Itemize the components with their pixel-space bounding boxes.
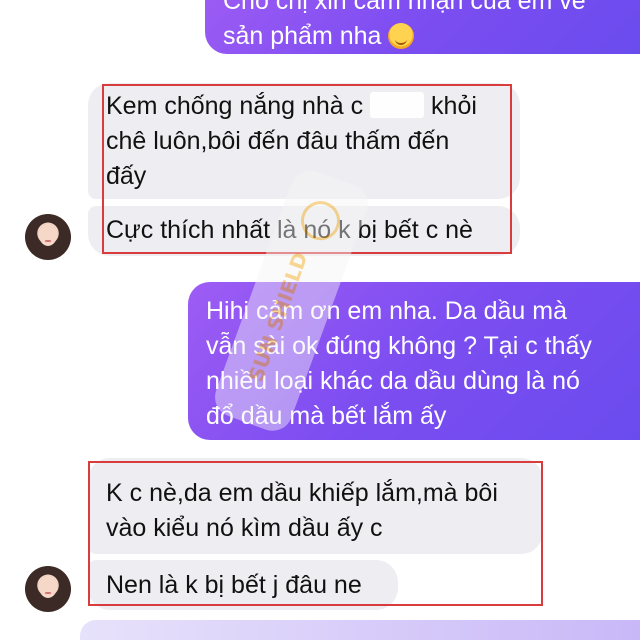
contact-avatar[interactable]	[25, 214, 71, 260]
avatar-face	[39, 224, 57, 246]
next-outgoing-message-edge	[80, 620, 640, 640]
message-line: Hihi cảm ơn em nha. Da dầu mà	[206, 297, 567, 325]
message-line: vào kiểu nó kìm dầu ấy c	[106, 514, 383, 542]
message-line: chê luôn,bôi đến đâu thấm đến	[106, 127, 450, 155]
avatar-lip	[45, 240, 51, 242]
outgoing-message-top[interactable]: Cho chị xin cảm nhận của em về sản phẩm …	[205, 0, 640, 54]
message-line: vẫn sài ok đúng không ? Tại c thấy	[206, 332, 592, 360]
smiling-face-with-hearts-icon	[388, 23, 415, 49]
message-line: đổ dầu mà bết lắm ấy	[206, 402, 447, 430]
message-text: khỏi	[431, 92, 477, 120]
avatar-face	[39, 576, 57, 598]
message-line: nhiều loại khác da dầu dùng là nó	[206, 367, 580, 395]
message-line: Cho chị xin cảm nhận của em về	[223, 0, 586, 15]
redaction-blur	[370, 92, 425, 118]
message-line: sản phẩm nha	[223, 19, 640, 54]
incoming-message[interactable]: Cực thích nhất là nó k bị bết c nè	[88, 206, 520, 256]
message-line: Nen là k bị bết j đâu ne	[106, 571, 362, 599]
outgoing-message[interactable]: Hihi cảm ơn em nha. Da dầu mà vẫn sài ok…	[188, 282, 640, 440]
message-text: sản phẩm nha	[223, 22, 382, 50]
message-line: đấy	[106, 162, 147, 190]
message-text: Kem chống nắng nhà c	[106, 92, 364, 120]
message-line: Kem chống nắng nhà c khỏi	[106, 89, 520, 124]
message-line: K c nè,da em dầu khiếp lắm,mà bôi	[106, 479, 498, 507]
message-line: Cực thích nhất là nó k bị bết c nè	[106, 216, 473, 244]
incoming-message[interactable]: K c nè,da em dầu khiếp lắm,mà bôi vào ki…	[88, 458, 543, 554]
incoming-message[interactable]: Kem chống nắng nhà c khỏi chê luôn,bôi đ…	[88, 83, 520, 199]
incoming-message[interactable]: Nen là k bị bết j đâu ne	[88, 560, 398, 610]
avatar-lip	[45, 592, 51, 594]
contact-avatar[interactable]	[25, 566, 71, 612]
